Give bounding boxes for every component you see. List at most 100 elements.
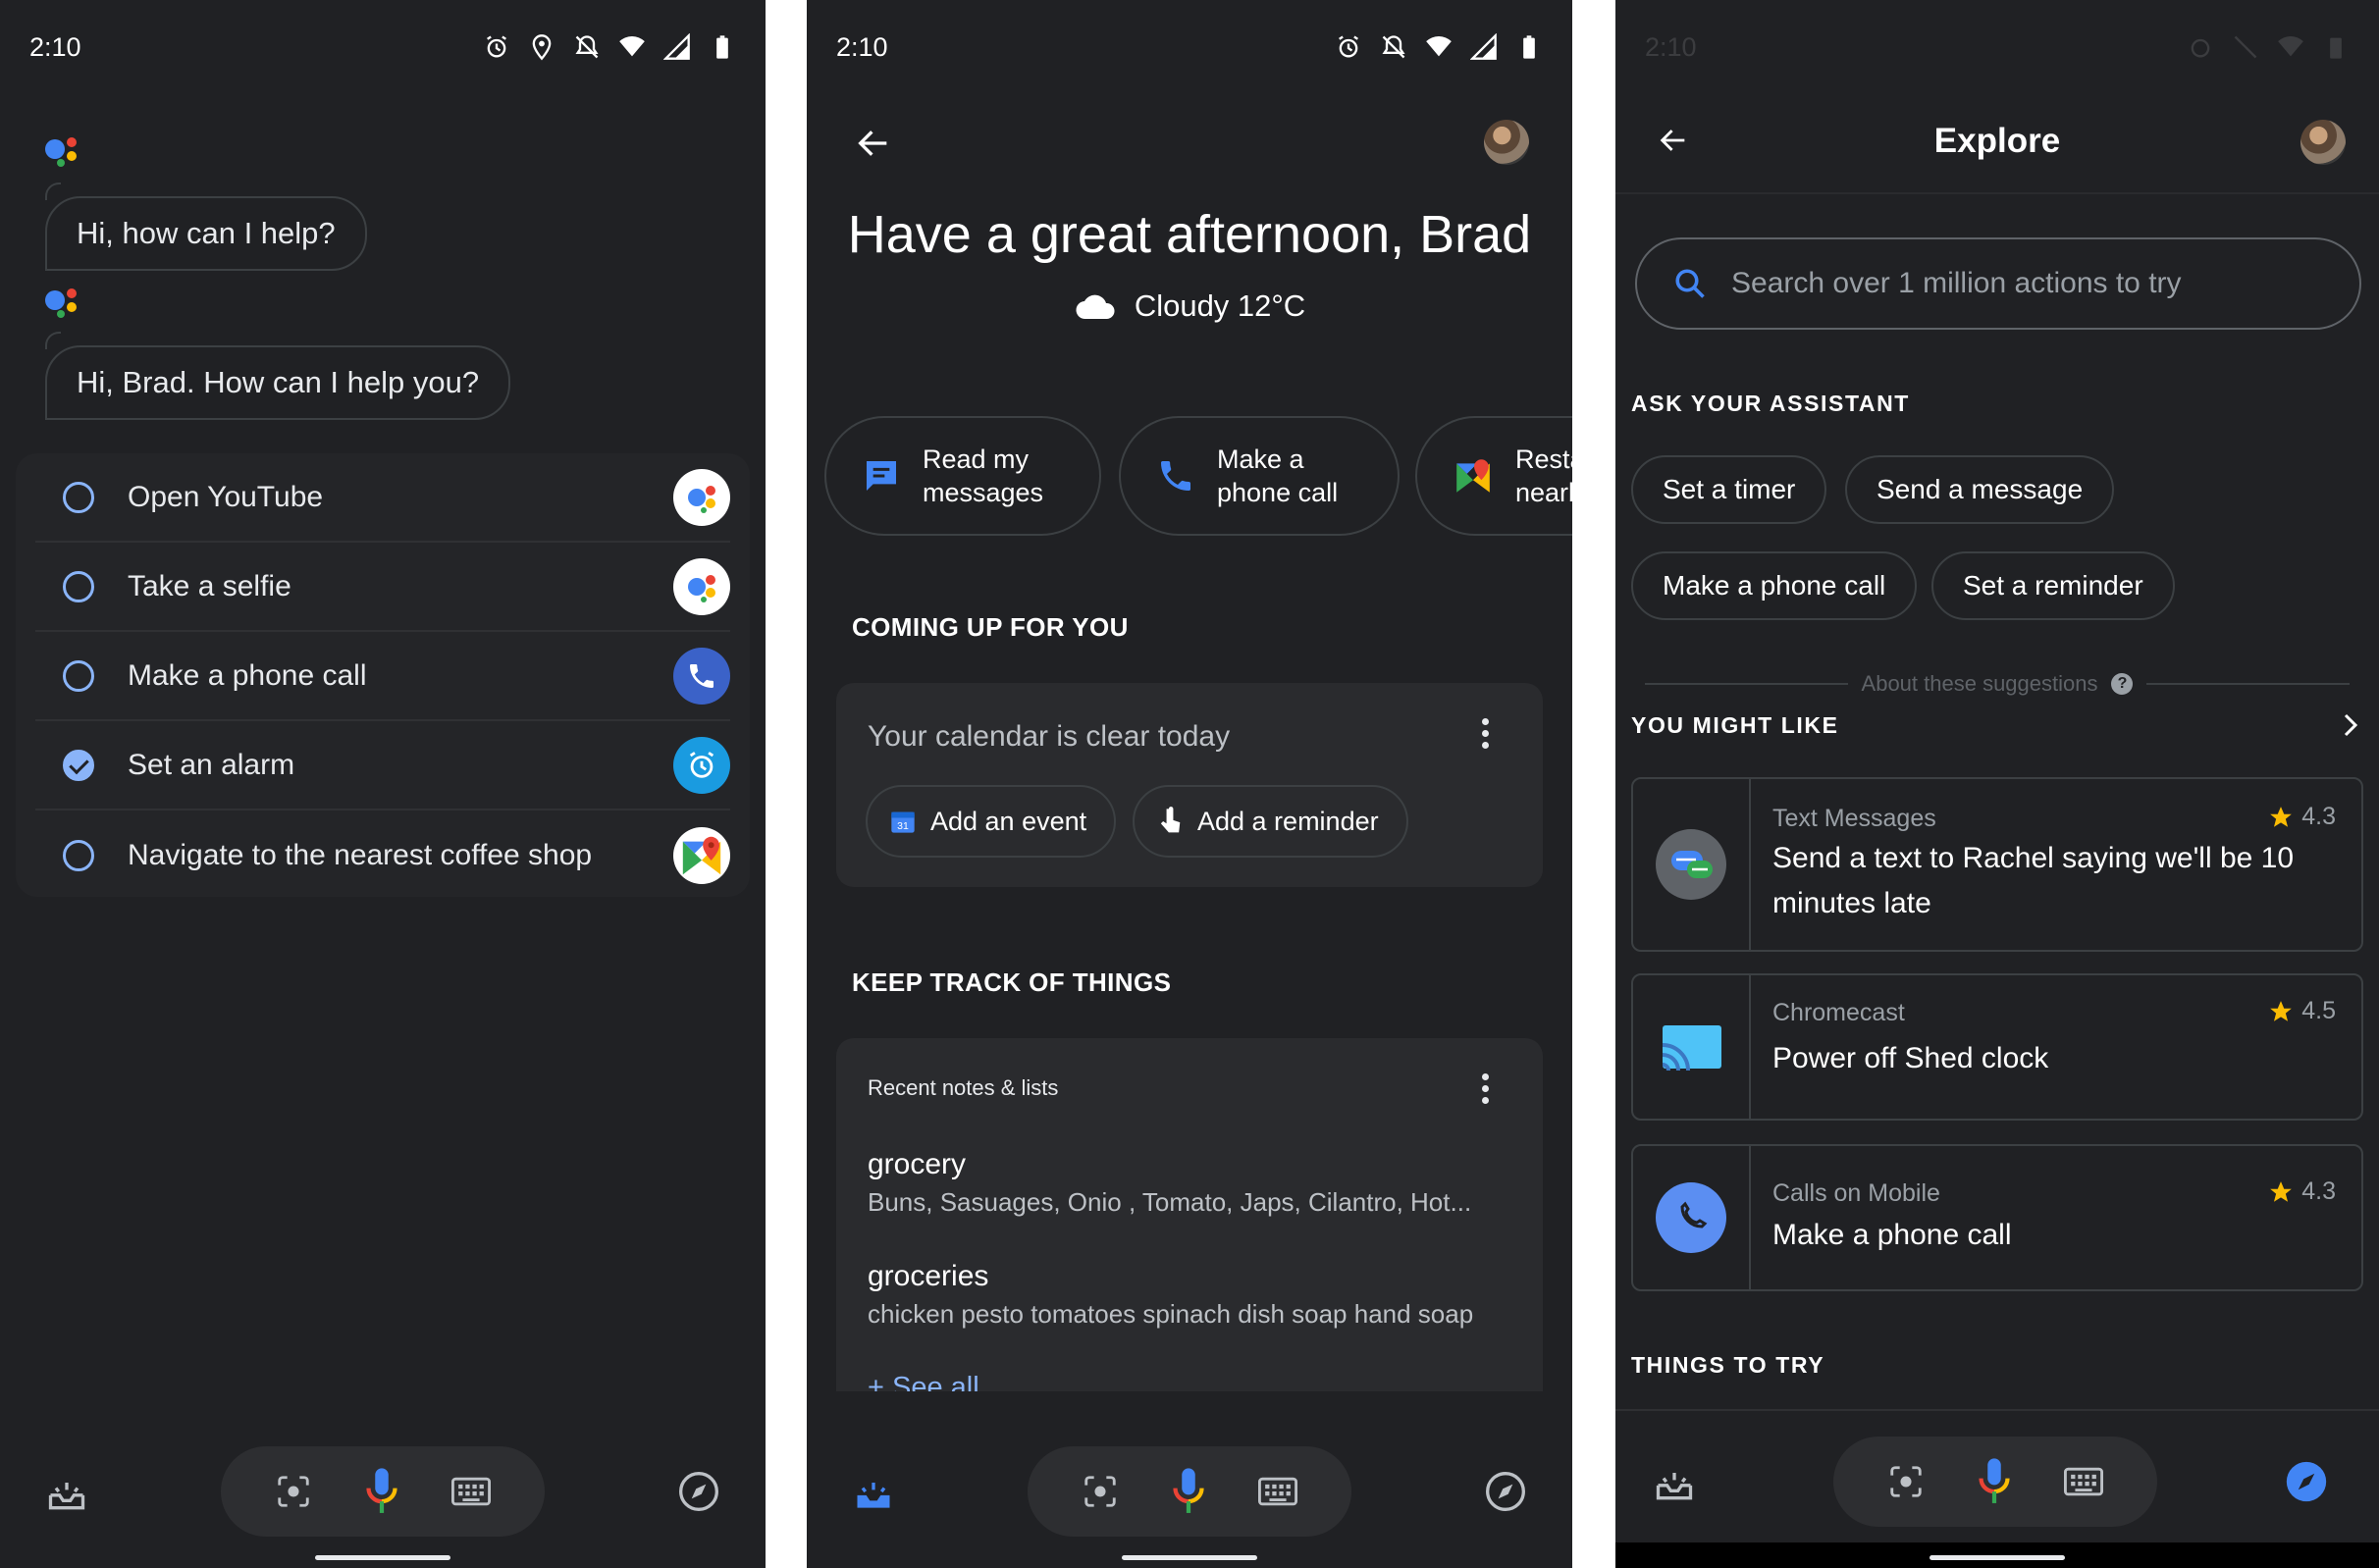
- assistant-explore-screen: 2:10 Explore Search over 1 million actio…: [1615, 0, 2379, 1568]
- more-options-icon[interactable]: [1482, 1073, 1490, 1107]
- chromecast-icon: [1662, 1025, 1721, 1071]
- chip-label: Read my messages: [923, 444, 1044, 507]
- help-icon[interactable]: ?: [2111, 673, 2134, 695]
- phone-icon: [673, 647, 730, 705]
- chip-restaurants-nearby[interactable]: Resta nearb: [1415, 416, 1572, 536]
- note-title[interactable]: grocery: [868, 1148, 966, 1181]
- alarm-status-icon: [487, 35, 506, 58]
- weather-summary: Cloudy 12°C: [807, 288, 1572, 324]
- rating-value: 4.3: [2301, 803, 2336, 830]
- assistant-logo-icon: [45, 135, 90, 181]
- bottom-bar: [807, 1391, 1572, 1568]
- assistant-greeting-bubble: Hi, how can I help?: [45, 183, 367, 271]
- action-card-calls-on-mobile[interactable]: Calls on Mobile 4.3 Make a phone call: [1631, 1144, 2363, 1291]
- chip-set-reminder[interactable]: Set a reminder: [1931, 551, 2175, 620]
- suggestion-label: Navigate to the nearest coffee shop: [128, 838, 593, 871]
- lens-icon[interactable]: [1082, 1473, 1119, 1510]
- notes-card-title: Recent notes & lists: [868, 1075, 1059, 1100]
- alarm-icon: [673, 736, 730, 794]
- assistant-conversation-screen: 2:10 Hi, how can I help? Hi, Brad. How c…: [0, 0, 766, 1568]
- dnd-off-status-icon: [575, 35, 599, 59]
- suggestion-make-phone-call[interactable]: Make a phone call: [35, 632, 730, 721]
- snapshot-tray-icon[interactable]: [852, 1472, 895, 1515]
- add-reminder-button[interactable]: Add a reminder: [1133, 785, 1408, 858]
- chip-make-phone-call[interactable]: Make a phone call: [1631, 551, 1918, 620]
- battery-status-icon: [2330, 37, 2342, 59]
- chip-read-messages[interactable]: Read my messages: [824, 416, 1101, 536]
- dnd-off-status-icon: [2234, 35, 2257, 59]
- keyboard-icon[interactable]: [2064, 1467, 2103, 1496]
- star-icon: [2270, 806, 2293, 827]
- header-divider: [1615, 192, 2379, 194]
- input-pill: [1028, 1446, 1351, 1537]
- alarm-status-icon: [1339, 35, 1358, 58]
- suggestion-take-selfie[interactable]: Take a selfie: [35, 543, 730, 632]
- input-pill: [221, 1446, 545, 1537]
- section-you-might-like: YOU MIGHT LIKE: [1631, 712, 1839, 738]
- status-bar: 2:10: [29, 29, 736, 65]
- assistant-icon: [673, 557, 730, 615]
- snapshot-tray-icon[interactable]: [1653, 1462, 1696, 1505]
- radio-button-checked[interactable]: [63, 749, 94, 781]
- chip-label: Make a phone call: [1217, 444, 1339, 507]
- snapshot-tray-icon[interactable]: [45, 1472, 88, 1515]
- section-coming-up: COMING UP FOR YOU: [852, 612, 1129, 642]
- text-messages-icon: [1656, 829, 1726, 900]
- avatar[interactable]: [1484, 120, 1529, 165]
- back-arrow-icon[interactable]: [854, 124, 893, 163]
- alarm-status-icon: [2191, 38, 2210, 58]
- more-options-icon[interactable]: [1482, 718, 1490, 752]
- action-card-text-messages[interactable]: Text Messages 4.3 Send a text to Rachel …: [1631, 777, 2363, 952]
- chevron-right-icon[interactable]: [2336, 710, 2365, 740]
- action-card-chromecast[interactable]: Chromecast 4.5 Power off Shed clock: [1631, 973, 2363, 1121]
- star-icon: [2270, 1000, 2293, 1021]
- radio-button[interactable]: [63, 570, 94, 602]
- add-event-button[interactable]: 31 Add an event: [866, 785, 1117, 858]
- radio-button[interactable]: [63, 659, 94, 692]
- home-indicator[interactable]: [1930, 1555, 2065, 1560]
- note-title[interactable]: groceries: [868, 1260, 988, 1293]
- chip-send-message[interactable]: Send a message: [1845, 455, 2115, 524]
- chip-set-timer[interactable]: Set a timer: [1631, 455, 1827, 524]
- home-indicator[interactable]: [315, 1555, 450, 1560]
- weather-text: Cloudy 12°C: [1134, 288, 1306, 323]
- lens-icon[interactable]: [1887, 1463, 1925, 1500]
- star-icon: [2270, 1180, 2293, 1202]
- keyboard-icon[interactable]: [1258, 1477, 1297, 1506]
- note-body: chicken pesto tomatoes spinach dish soap…: [868, 1299, 1474, 1329]
- signal-status-icon: [1470, 33, 1497, 60]
- action-rating: 4.3: [2268, 803, 2336, 831]
- search-input[interactable]: Search over 1 million actions to try: [1635, 237, 2361, 330]
- avatar[interactable]: [2300, 120, 2346, 165]
- home-indicator[interactable]: [1122, 1555, 1257, 1560]
- lens-icon[interactable]: [275, 1473, 312, 1510]
- page-title: Explore: [1933, 122, 2061, 160]
- status-time: 2:10: [1645, 31, 1697, 62]
- rating-value: 4.5: [2301, 997, 2336, 1024]
- suggestion-list: Open YouTube Take a selfie Make a phone …: [16, 453, 750, 897]
- suggestion-set-alarm[interactable]: Set an alarm: [35, 721, 730, 810]
- keyboard-icon[interactable]: [451, 1477, 491, 1506]
- action-icon-panel: [1633, 975, 1751, 1119]
- phone-icon: [1161, 461, 1190, 491]
- explore-compass-icon[interactable]: [1484, 1470, 1527, 1513]
- about-suggestions[interactable]: About these suggestions ?: [1645, 671, 2351, 697]
- greeting-title: Have a great afternoon, Brad: [847, 205, 1532, 264]
- microphone-icon[interactable]: [1974, 1455, 2015, 1508]
- divider: [1645, 683, 1848, 685]
- microphone-icon[interactable]: [1168, 1465, 1209, 1518]
- action-description: Make a phone call: [1772, 1219, 2012, 1251]
- suggestion-navigate-coffee[interactable]: Navigate to the nearest coffee shop: [35, 810, 730, 900]
- wifi-status-icon: [1426, 36, 1452, 57]
- radio-button[interactable]: [63, 839, 94, 871]
- microphone-icon[interactable]: [361, 1465, 402, 1518]
- suggestion-label: Take a selfie: [128, 569, 291, 602]
- explore-compass-icon[interactable]: [677, 1470, 720, 1513]
- explore-compass-icon[interactable]: [2285, 1460, 2328, 1503]
- chip-make-phone-call[interactable]: Make a phone call: [1119, 416, 1400, 536]
- action-description: Power off Shed clock: [1772, 1042, 2049, 1074]
- maps-icon: [1456, 459, 1490, 493]
- radio-button[interactable]: [63, 481, 94, 513]
- assistant-icon: [673, 468, 730, 526]
- suggestion-open-youtube[interactable]: Open YouTube: [35, 453, 730, 543]
